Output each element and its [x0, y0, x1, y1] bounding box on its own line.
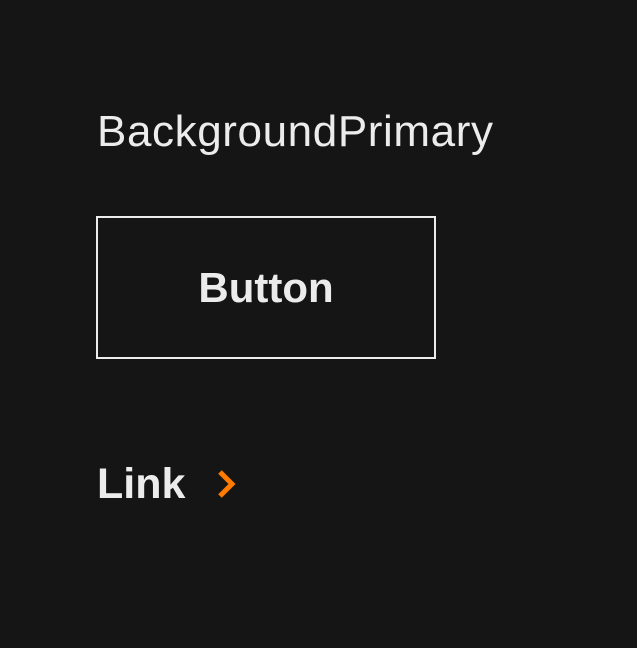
background-primary-label: BackgroundPrimary — [97, 107, 494, 156]
chevron-right-icon — [215, 468, 237, 500]
link-label: Link — [97, 460, 186, 508]
link[interactable]: Link — [97, 457, 237, 511]
primary-button[interactable]: Button — [96, 216, 436, 359]
